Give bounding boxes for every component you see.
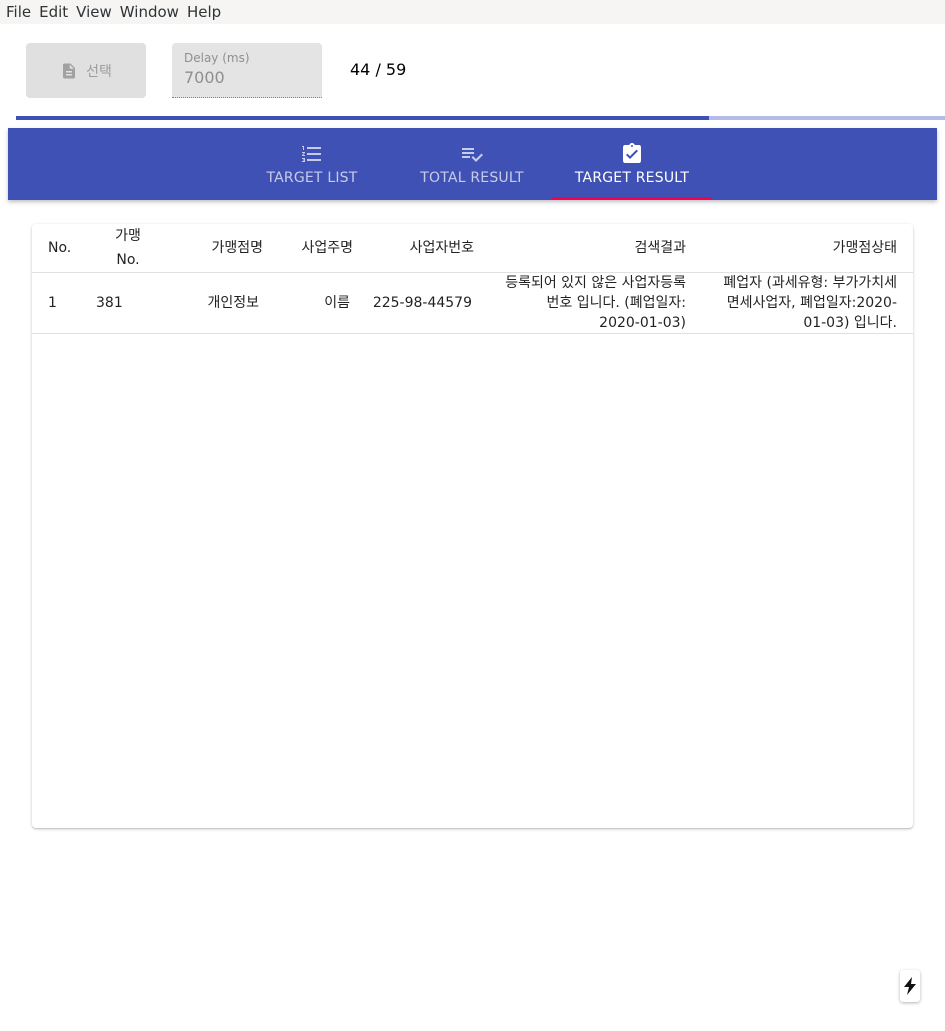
delay-input[interactable]: 7000	[184, 68, 225, 87]
flash-icon	[904, 977, 916, 995]
flash-button[interactable]	[900, 970, 920, 1002]
menu-file[interactable]: File	[6, 3, 31, 21]
cell-business-number: 225-98-44579	[372, 295, 472, 311]
delay-field[interactable]: Delay (ms) 7000	[172, 43, 322, 98]
header-no: No.	[48, 240, 72, 256]
table-row[interactable]: 1 381 개인정보 이름 225-98-44579 등록되어 있지 않은 사업…	[32, 273, 913, 334]
clipboard-check-icon	[623, 143, 641, 163]
menu-help[interactable]: Help	[187, 3, 221, 21]
progress-bar	[16, 116, 945, 120]
delay-label: Delay (ms)	[184, 51, 250, 65]
cell-owner-name: 이름	[324, 295, 350, 311]
select-button-label: 선택	[86, 63, 112, 80]
tab-target-list[interactable]: TARGET LIST	[232, 128, 392, 200]
menu-view[interactable]: View	[76, 3, 112, 21]
cell-search-result: 등록되어 있지 않은 사업자등록번호 입니다. (폐업일자: 2020-01-0…	[505, 275, 686, 331]
header-business-number: 사업자번호	[409, 240, 474, 256]
menu-bar: File Edit View Window Help	[0, 0, 945, 24]
select-file-button[interactable]: 선택	[26, 43, 146, 98]
table-header-row: No. 가맹 No. 가맹점명 사업주명 사업자번호 검색결과 가맹점상태	[32, 224, 913, 273]
header-search-result: 검색결과	[634, 240, 686, 256]
format-list-numbered-icon	[302, 146, 321, 162]
tab-label: TARGET LIST	[266, 170, 358, 186]
tab-bar: TARGET LIST TOTAL RESULT TARGET RESULT	[8, 128, 937, 200]
result-table: No. 가맹 No. 가맹점명 사업주명 사업자번호 검색결과 가맹점상태 1 …	[32, 224, 913, 334]
tab-total-result[interactable]: TOTAL RESULT	[392, 128, 552, 200]
header-store-status: 가맹점상태	[832, 240, 897, 256]
header-store-name: 가맹점명	[211, 240, 263, 256]
cell-store-name: 개인정보	[207, 295, 259, 311]
menu-edit[interactable]: Edit	[39, 3, 68, 21]
cell-no: 1	[48, 295, 57, 311]
tab-label: TARGET RESULT	[574, 170, 690, 186]
menu-window[interactable]: Window	[120, 3, 179, 21]
header-owner-name: 사업주명	[301, 240, 353, 256]
result-table-card: No. 가맹 No. 가맹점명 사업주명 사업자번호 검색결과 가맹점상태 1 …	[32, 224, 913, 828]
header-store-no: 가맹 No.	[115, 228, 141, 268]
tab-label: TOTAL RESULT	[420, 170, 524, 186]
cell-store-no: 381	[96, 295, 123, 311]
file-document-icon	[63, 63, 76, 78]
active-tab-indicator	[552, 197, 712, 200]
progress-bar-fill	[16, 116, 710, 120]
cell-store-status: 폐업자 (과세유형: 부가가치세 면세사업자, 폐업일자:2020-01-03)…	[723, 275, 897, 331]
progress-count: 44 / 59	[350, 60, 407, 79]
tab-target-result[interactable]: TARGET RESULT	[552, 128, 712, 200]
playlist-check-icon	[462, 148, 483, 162]
